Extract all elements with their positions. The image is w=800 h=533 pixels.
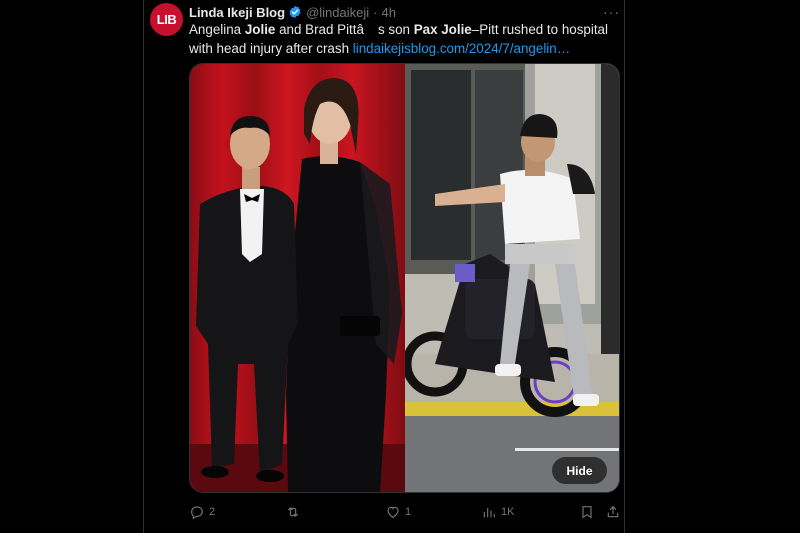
reply-count: 2 [209, 506, 216, 518]
motorbike-image [405, 64, 619, 492]
like-button[interactable]: 1 [385, 502, 411, 522]
reply-button[interactable]: 2 [189, 502, 215, 522]
post-media[interactable] [189, 63, 620, 493]
separator-dot: · [373, 4, 378, 20]
text-highlight: Jolie [244, 22, 276, 37]
bookmark-button[interactable] [579, 502, 595, 522]
repost-icon [287, 507, 299, 517]
view-count: 1K [501, 506, 515, 518]
avatar[interactable]: LIB [150, 3, 183, 36]
red-carpet-image [190, 64, 405, 492]
views-button[interactable]: 1K [481, 502, 514, 522]
article-link[interactable]: lindaikejisblog.com/2024/7/angelin… [353, 41, 570, 56]
like-count: 1 [405, 506, 412, 518]
text-segment: and Brad Pittâ [275, 22, 364, 37]
verified-badge-icon [289, 5, 301, 19]
text-highlight: Pax Jolie [413, 22, 472, 37]
post-text: Angelina Jolie and Brad Pittâ s son Pax J… [189, 20, 619, 58]
author-name[interactable]: Linda Ikeji Blog [189, 5, 285, 20]
action-bar: 2 1 1K [189, 502, 621, 522]
share-button[interactable] [605, 502, 621, 522]
motorbike-photo[interactable] [405, 64, 619, 492]
repost-button[interactable] [285, 502, 305, 522]
post-header: Linda Ikeji Blog @lindaikeji · 4h [189, 3, 396, 21]
heart-icon [387, 506, 399, 518]
reply-icon [191, 506, 203, 520]
more-options-button[interactable]: ··· [603, 4, 620, 20]
hide-media-button[interactable]: Hide [552, 457, 607, 484]
post-timestamp[interactable]: 4h [381, 5, 395, 20]
text-segment: Angelina [189, 22, 245, 37]
bookmark-icon [582, 506, 592, 519]
share-icon [607, 505, 619, 518]
red-carpet-photo[interactable] [190, 64, 405, 492]
author-handle[interactable]: @lindaikeji [306, 5, 369, 20]
text-segment: s son [377, 22, 414, 37]
analytics-icon [483, 508, 495, 518]
